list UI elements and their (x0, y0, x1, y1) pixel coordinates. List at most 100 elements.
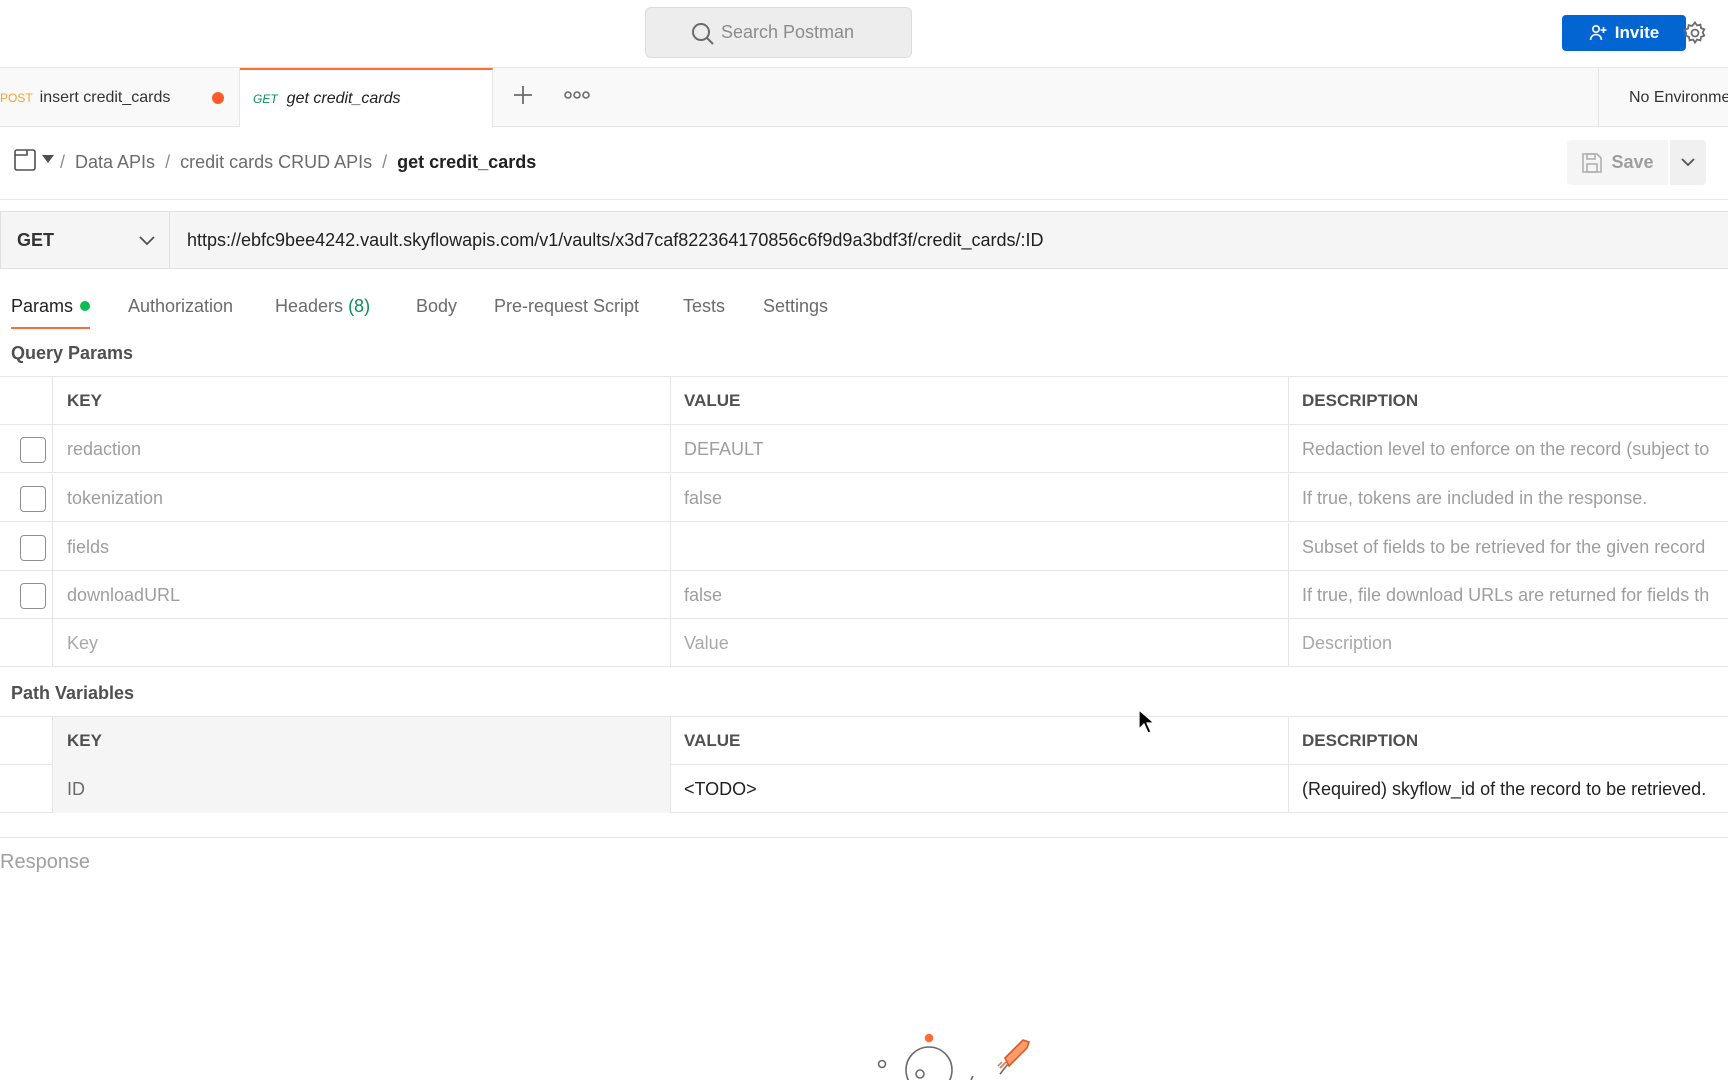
param-checkbox[interactable] (20, 486, 46, 512)
column-description: DESCRIPTION (1302, 391, 1419, 410)
breadcrumb-item-data-apis[interactable]: Data APIs (75, 152, 155, 173)
add-user-icon (1589, 24, 1607, 41)
chevron-down-icon (1681, 158, 1695, 167)
breadcrumb-item-collection[interactable]: credit cards CRUD APIs (180, 152, 372, 173)
param-key[interactable]: tokenization (53, 474, 671, 522)
param-checkbox[interactable] (20, 535, 46, 561)
param-value[interactable]: DEFAULT (671, 425, 1289, 473)
param-key[interactable]: downloadURL (53, 571, 671, 619)
save-options-button[interactable] (1670, 140, 1706, 185)
tab-params-label: Params (11, 296, 74, 316)
param-description[interactable]: If true, file download URLs are returned… (1289, 571, 1728, 619)
checkbox-cell (0, 619, 53, 667)
breadcrumb-items: / Data APIs / credit cards CRUD APIs / g… (60, 152, 536, 173)
tab-headers-label: Headers (275, 296, 344, 316)
more-options-icon[interactable] (564, 88, 590, 102)
param-checkbox[interactable] (20, 437, 46, 463)
url-input[interactable]: https://ebfc9bee4242.vault.skyflowapis.c… (171, 212, 1728, 268)
tab-pre-request-script[interactable]: Pre-request Script (494, 296, 639, 317)
param-value[interactable] (671, 523, 1289, 571)
tab-method-get: GET (253, 92, 278, 106)
column-key: KEY (53, 717, 671, 765)
new-key-input[interactable]: Key (53, 619, 671, 667)
tab-params[interactable]: Params (11, 296, 91, 329)
tab-get-credit-cards[interactable]: GET get credit_cards (240, 68, 493, 128)
top-header: Search Postman Invite (0, 0, 1728, 68)
tab-tests[interactable]: Tests (683, 296, 725, 317)
table-row-new: Key Value Description (0, 619, 1728, 667)
query-params-title: Query Params (11, 343, 134, 363)
param-key[interactable]: fields (53, 523, 671, 571)
tab-authorization[interactable]: Authorization (128, 296, 233, 317)
method-select[interactable]: GET (1, 212, 170, 268)
param-description[interactable]: Redaction level to enforce on the record… (1289, 425, 1728, 473)
checkbox-cell (0, 523, 53, 571)
column-description: DESCRIPTION (1302, 731, 1419, 750)
breadcrumb-separator: / (165, 152, 171, 172)
column-value: VALUE (671, 377, 1289, 425)
response-label: Response (0, 851, 91, 873)
checkbox-cell (0, 425, 53, 473)
table-row: downloadURL false If true, file download… (0, 571, 1728, 619)
tab-name: insert credit_cards (39, 88, 171, 106)
tab-settings[interactable]: Settings (763, 296, 828, 317)
checkbox-column (0, 377, 53, 425)
tab-headers[interactable]: Headers (8) (275, 296, 370, 317)
gear-icon[interactable] (1683, 21, 1707, 45)
checkbox-cell (0, 571, 53, 619)
new-value-input[interactable]: Value (671, 619, 1289, 667)
headers-count: (8) (348, 296, 371, 316)
checkbox-cell (0, 474, 53, 522)
invite-button[interactable]: Invite (1562, 15, 1686, 51)
url-bar: GET https://ebfc9bee4242.vault.skyflowap… (0, 211, 1728, 269)
request-section-tabs: Params Authorization Headers (8) Body Pr… (0, 290, 900, 330)
breadcrumb-current[interactable]: get credit_cards (397, 152, 536, 173)
path-variables-table: KEY VALUE DESCRIPTION ID <TODO> (Require… (0, 716, 1728, 813)
plus-icon[interactable] (511, 83, 535, 107)
chevron-down-icon[interactable] (42, 155, 54, 163)
breadcrumb-separator: / (382, 152, 388, 172)
path-description[interactable]: (Required) skyflow_id of the record to b… (1289, 765, 1728, 813)
request-tabs-bar: POST insert credit_cards GET get credit_… (0, 68, 1728, 128)
response-divider (0, 837, 1728, 838)
path-key: ID (53, 765, 671, 813)
invite-label: Invite (1614, 23, 1660, 42)
tab-method-post: POST (0, 90, 33, 105)
tab-name: get credit_cards (286, 90, 401, 107)
search-placeholder: Search Postman (721, 22, 855, 42)
search-input[interactable]: Search Postman (645, 7, 912, 58)
param-description[interactable]: If true, tokens are included in the resp… (1289, 474, 1728, 522)
column-key: KEY (53, 377, 671, 425)
param-value[interactable]: false (671, 571, 1289, 619)
table-row: fields Subset of fields to be retrieved … (0, 523, 1728, 571)
table-row: tokenization false If true, tokens are i… (0, 474, 1728, 522)
breadcrumb: / Data APIs / credit cards CRUD APIs / g… (0, 127, 1728, 200)
table-row: redaction DEFAULT Redaction level to enf… (0, 425, 1728, 473)
collection-icon[interactable] (13, 148, 37, 172)
search-icon (692, 23, 714, 45)
path-variables-title: Path Variables (11, 683, 135, 703)
tab-body[interactable]: Body (416, 296, 457, 317)
column-value: VALUE (671, 717, 1289, 765)
param-key[interactable]: redaction (53, 425, 671, 473)
path-value[interactable]: <TODO> (671, 765, 1289, 813)
astronaut-rocket-illustration (877, 1033, 1031, 1080)
unsaved-indicator (212, 92, 224, 104)
checkbox-column (0, 717, 53, 765)
environment-selector[interactable]: No Environment (1598, 68, 1728, 127)
table-row: ID <TODO> (Required) skyflow_id of the r… (0, 765, 1728, 813)
chevron-down-icon (139, 236, 155, 246)
save-label: Save (1611, 152, 1654, 172)
table-header: KEY VALUE DESCRIPTION (0, 377, 1728, 425)
query-params-table: KEY VALUE DESCRIPTION redaction DEFAULT … (0, 376, 1728, 667)
param-value[interactable]: false (671, 474, 1289, 522)
param-description[interactable]: Subset of fields to be retrieved for the… (1289, 523, 1728, 571)
table-header: KEY VALUE DESCRIPTION (0, 717, 1728, 765)
new-description-input[interactable]: Description (1289, 619, 1728, 667)
params-active-dot (80, 301, 91, 311)
checkbox-cell (0, 765, 53, 813)
save-button[interactable]: Save (1567, 140, 1668, 185)
param-checkbox[interactable] (20, 583, 46, 609)
breadcrumb-separator: / (60, 152, 66, 172)
tab-insert-credit-cards[interactable]: POST insert credit_cards (0, 68, 240, 127)
